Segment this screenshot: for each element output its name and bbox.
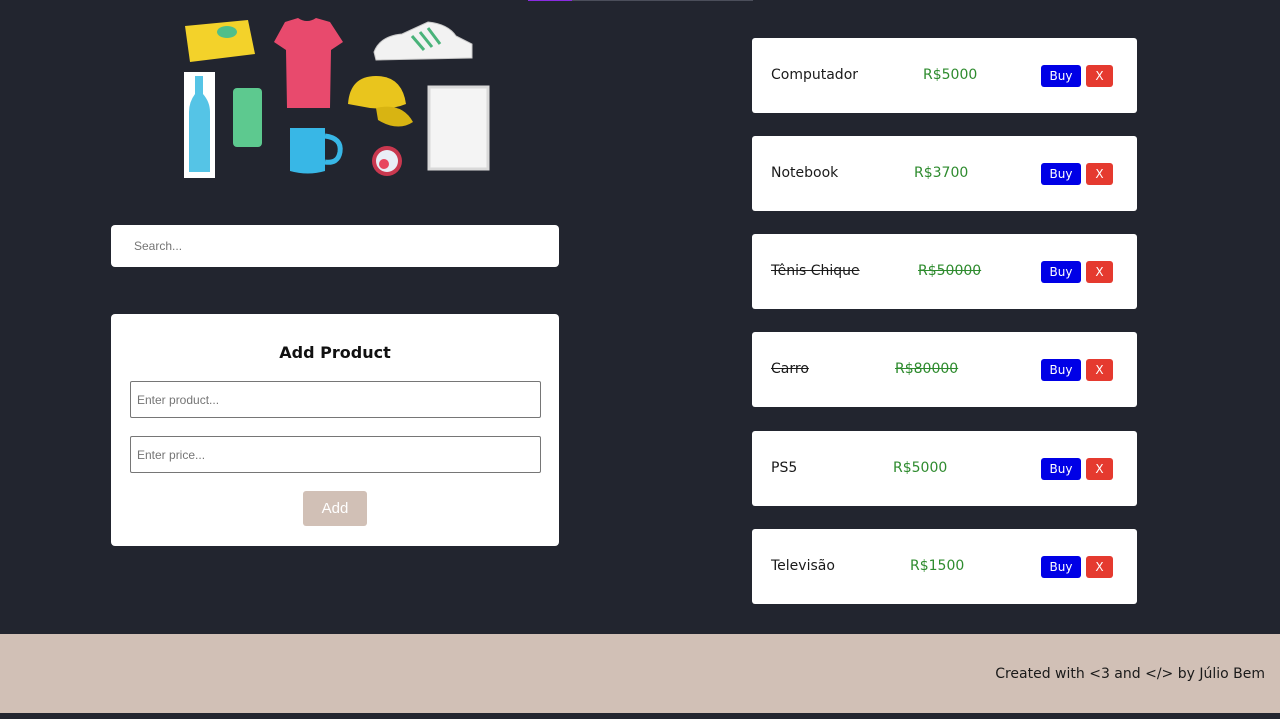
product-item: Tênis Chique R$50000 Buy X — [752, 234, 1137, 309]
product-item: Computador R$5000 Buy X — [752, 38, 1137, 113]
product-name: PS5 — [771, 460, 798, 476]
buy-button[interactable]: Buy — [1041, 261, 1081, 283]
phone-case-icon — [233, 88, 262, 147]
mousepad-icon — [185, 20, 255, 62]
buy-button[interactable]: Buy — [1041, 163, 1081, 185]
product-price-input[interactable] — [130, 436, 541, 473]
remove-button[interactable]: X — [1086, 359, 1113, 381]
buy-button[interactable]: Buy — [1041, 458, 1081, 480]
sneaker-icon — [373, 21, 473, 61]
remove-button[interactable]: X — [1086, 458, 1113, 480]
picture-frame-icon — [427, 85, 490, 171]
product-price: R$80000 — [895, 361, 959, 377]
footer: Created with <3 and </> by Júlio Bem — [0, 634, 1280, 713]
product-name: Carro — [771, 361, 809, 377]
product-price: R$5000 — [923, 67, 978, 83]
product-name: Notebook — [771, 165, 839, 181]
buy-button[interactable]: Buy — [1041, 65, 1081, 87]
cap-icon — [348, 76, 406, 109]
mug-icon — [290, 128, 325, 174]
product-item: Televisão R$1500 Buy X — [752, 529, 1137, 604]
product-name: Tênis Chique — [771, 263, 860, 279]
buy-button[interactable]: Buy — [1041, 359, 1081, 381]
add-product-card: Add Product Add — [111, 314, 559, 546]
search-input[interactable] — [111, 225, 559, 267]
top-scroll-indicator — [528, 0, 753, 1]
remove-button[interactable]: X — [1086, 261, 1113, 283]
buy-button[interactable]: Buy — [1041, 556, 1081, 578]
product-item: Carro R$80000 Buy X — [752, 332, 1137, 407]
remove-button[interactable]: X — [1086, 556, 1113, 578]
product-item: PS5 R$5000 Buy X — [752, 431, 1137, 506]
remove-button[interactable]: X — [1086, 163, 1113, 185]
remove-button[interactable]: X — [1086, 65, 1113, 87]
product-item: Notebook R$3700 Buy X — [752, 136, 1137, 211]
product-name: Computador — [771, 67, 859, 83]
product-price: R$5000 — [893, 460, 948, 476]
merchandise-hero-image — [184, 18, 490, 178]
product-price: R$3700 — [914, 165, 969, 181]
footer-credit: Created with <3 and </> by Júlio Bem — [995, 666, 1265, 682]
tshirt-icon — [274, 18, 343, 108]
product-price: R$1500 — [910, 558, 965, 574]
product-price: R$50000 — [918, 263, 982, 279]
product-name: Televisão — [771, 558, 835, 574]
add-product-button[interactable]: Add — [303, 491, 367, 526]
add-product-title: Add Product — [279, 343, 391, 362]
product-name-input[interactable] — [130, 381, 541, 418]
